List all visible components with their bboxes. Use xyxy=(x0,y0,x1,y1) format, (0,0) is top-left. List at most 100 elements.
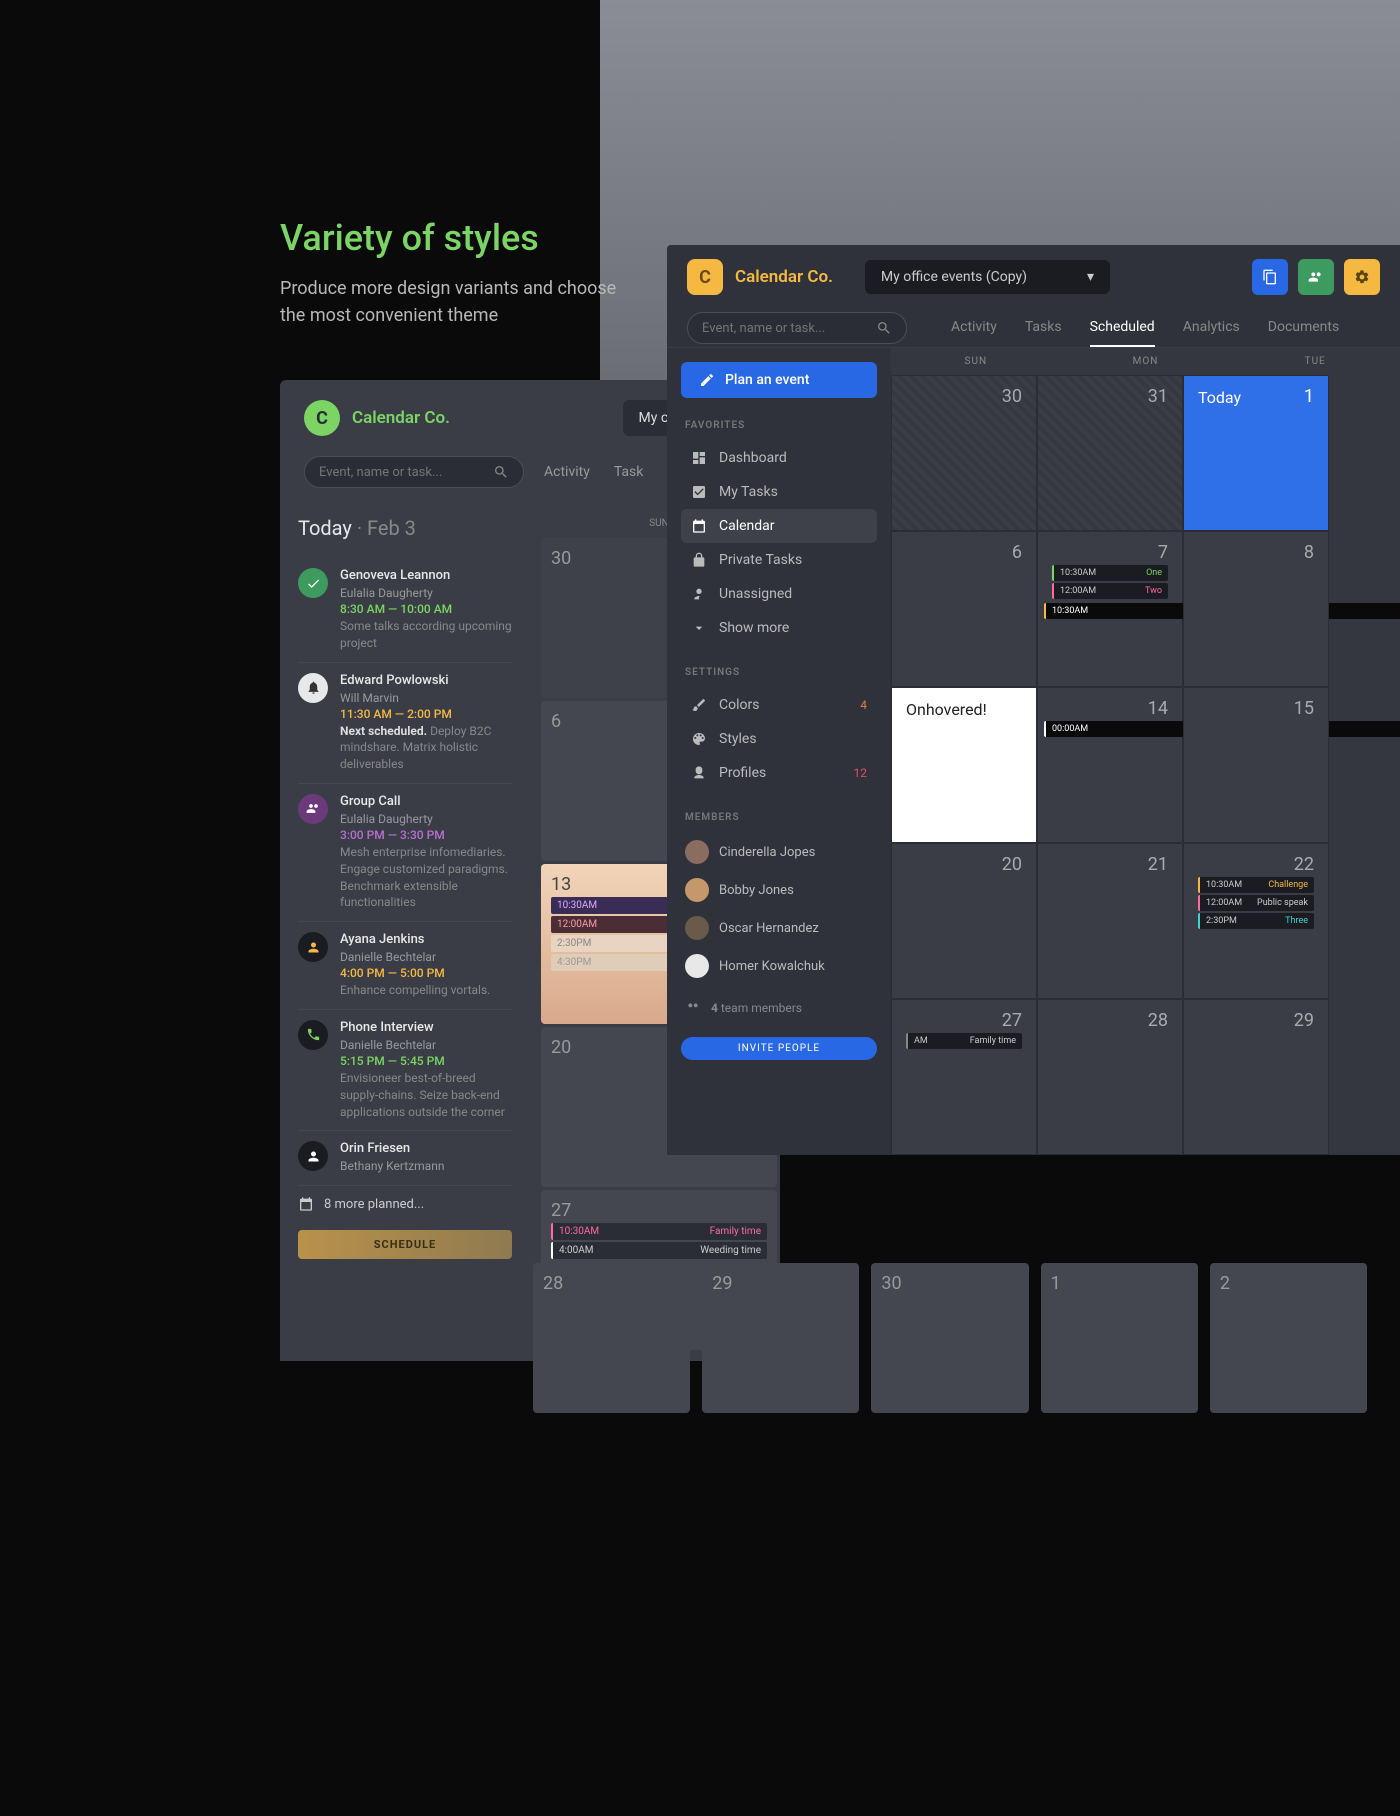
agenda-time: 4:00 PM — 5:00 PM xyxy=(340,966,490,980)
people-icon xyxy=(685,1000,701,1016)
tab[interactable]: Documents xyxy=(1268,309,1339,347)
tab[interactable]: Tasks xyxy=(1025,309,1062,347)
event-bar[interactable]: 12:00AMTwo xyxy=(1052,583,1168,599)
dashboard-icon xyxy=(691,450,707,466)
member-row[interactable]: Bobby Jones xyxy=(681,871,877,909)
people-button[interactable] xyxy=(1298,259,1334,295)
agenda-item[interactable]: Genoveva Leannon Eulalia Daugherty 8:30 … xyxy=(298,558,512,663)
tab[interactable]: Activity xyxy=(951,309,997,347)
calendar-cell[interactable]: 27AMFamily time xyxy=(891,999,1037,1155)
calendar-cell[interactable]: 31 xyxy=(1037,375,1183,531)
nav-item-colors[interactable]: Colors4 xyxy=(681,688,877,722)
calendar-dropdown[interactable]: My office events (Copy) ▾ xyxy=(865,260,1110,294)
person-icon xyxy=(298,932,328,962)
calendar-icon xyxy=(691,518,707,534)
agenda-time: 11:30 AM — 2:00 PM xyxy=(340,707,512,721)
calendar-cell[interactable]: 1400:00AM xyxy=(1037,687,1183,843)
copy-button[interactable] xyxy=(1252,259,1288,295)
event-bar[interactable]: 10:30AMFamily time xyxy=(551,1223,767,1240)
schedule-button[interactable]: SCHEDULE xyxy=(298,1230,512,1259)
section-favorites: FAVORITES xyxy=(685,420,877,431)
tab[interactable]: Activity xyxy=(544,464,590,480)
agenda-item[interactable]: Edward Powlowski Will Marvin 11:30 AM — … xyxy=(298,663,512,784)
person-icon xyxy=(298,1141,328,1171)
avatar xyxy=(685,878,709,902)
calendar-cell[interactable]: 20 xyxy=(891,843,1037,999)
today-label: Today xyxy=(298,516,352,540)
search-box[interactable] xyxy=(687,312,907,344)
nav-item-private-tasks[interactable]: Private Tasks xyxy=(681,543,877,577)
avatar xyxy=(685,954,709,978)
agenda-title: Genoveva Leannon xyxy=(340,568,512,583)
nav-item-profiles[interactable]: Profiles12 xyxy=(681,756,877,790)
calendar-cell[interactable]: 15 xyxy=(1183,687,1329,843)
bell-icon xyxy=(298,673,328,703)
agenda-item[interactable]: Ayana Jenkins Danielle Bechtelar 4:00 PM… xyxy=(298,922,512,1010)
plan-event-button[interactable]: Plan an event xyxy=(681,362,877,398)
calendar-cell[interactable]: 30 xyxy=(891,375,1037,531)
member-row[interactable]: Homer Kowalchuk xyxy=(681,947,877,985)
nav-item-calendar[interactable]: Calendar xyxy=(681,509,877,543)
logo-badge: C xyxy=(304,400,340,436)
header-actions xyxy=(1252,259,1380,295)
check-icon xyxy=(298,568,328,598)
calendar-cell[interactable]: 2210:30AMChallenge12:00AMPublic speak2:3… xyxy=(1183,843,1329,999)
calendar-cell[interactable]: Onhovered! xyxy=(891,687,1037,843)
calendar-cell[interactable]: 2 xyxy=(1210,1263,1367,1413)
event-bar[interactable]: 10:30AMChallenge xyxy=(1198,877,1314,893)
event-bar[interactable]: AMFamily time xyxy=(906,1033,1022,1049)
agenda-item[interactable]: Group Call Eulalia Daugherty 3:00 PM — 3… xyxy=(298,784,512,922)
agenda-sub: Danielle Bechtelar xyxy=(340,950,490,964)
calendar-bottom-row: 28293012 xyxy=(530,1260,1370,1416)
agenda-sub: Eulalia Daugherty xyxy=(340,586,512,600)
nav-item-unassigned[interactable]: Unassigned xyxy=(681,577,877,611)
agenda-item[interactable]: Phone Interview Danielle Bechtelar 5:15 … xyxy=(298,1010,512,1131)
calendar-cell[interactable]: 29 xyxy=(1183,999,1329,1155)
calendar-cell[interactable]: 710:30AMOne12:00AMTwo10:30AMDubai Busine… xyxy=(1037,531,1183,687)
calendar-cell[interactable]: 6 xyxy=(891,531,1037,687)
tab[interactable]: Scheduled xyxy=(1090,309,1155,347)
palette-icon xyxy=(691,731,707,747)
member-row[interactable]: Cinderella Jopes xyxy=(681,833,877,871)
nav-item-show-more[interactable]: Show more xyxy=(681,611,877,645)
brand-name: Calendar Co. xyxy=(735,267,833,287)
agenda-sub: Danielle Bechtelar xyxy=(340,1038,512,1052)
calendar-cell[interactable]: 21 xyxy=(1037,843,1183,999)
more-planned[interactable]: 8 more planned... xyxy=(298,1186,512,1222)
calendar-cell[interactable]: 28 xyxy=(1037,999,1183,1155)
member-row[interactable]: Oscar Hernandez xyxy=(681,909,877,947)
nav-item-styles[interactable]: Styles xyxy=(681,722,877,756)
settings-button[interactable] xyxy=(1344,259,1380,295)
lock-icon xyxy=(691,552,707,568)
nav-item-my-tasks[interactable]: My Tasks xyxy=(681,475,877,509)
event-bar[interactable]: 2:30PMThree xyxy=(1198,913,1314,929)
calendar-cell[interactable]: 28 xyxy=(533,1263,690,1413)
tab[interactable]: Task xyxy=(614,464,644,480)
invite-people-button[interactable]: INVITE PEOPLE xyxy=(681,1037,877,1060)
calendar-cell[interactable]: Today1 xyxy=(1183,375,1329,531)
event-bar[interactable]: 4:00AMWeeding time xyxy=(551,1242,767,1259)
agenda-time: 8:30 AM — 10:00 AM xyxy=(340,602,512,616)
event-bar[interactable]: 10:30AMOne xyxy=(1052,565,1168,581)
search-tabs-row: Activity Tasks Scheduled Analytics Documents xyxy=(667,309,1400,348)
agenda-item[interactable]: Orin Friesen Bethany Kertzmann xyxy=(298,1131,512,1186)
section-members: MEMBERS xyxy=(685,812,877,823)
pencil-icon xyxy=(699,372,715,388)
nav-item-dashboard[interactable]: Dashboard xyxy=(681,441,877,475)
search-box[interactable] xyxy=(304,456,524,488)
agenda-desc: Mesh enterprise infomediaries. Engage cu… xyxy=(340,844,512,911)
search-input[interactable] xyxy=(702,321,868,336)
chevron-down-icon: ▾ xyxy=(1087,269,1094,285)
tabs: Activity Tasks Scheduled Analytics Documents xyxy=(951,309,1339,347)
calendar-cell[interactable]: 30 xyxy=(871,1263,1028,1413)
event-bar[interactable]: 12:00AMPublic speak xyxy=(1198,895,1314,911)
search-input[interactable] xyxy=(319,465,485,480)
today-date: Feb 3 xyxy=(367,516,416,540)
tab[interactable]: Analytics xyxy=(1183,309,1240,347)
calendar-cell[interactable]: 8 xyxy=(1183,531,1329,687)
agenda-title: Edward Powlowski xyxy=(340,673,512,688)
agenda-sidebar: Today · Feb 3 Genoveva Leannon Eulalia D… xyxy=(280,504,530,1361)
tabs: Activity Task xyxy=(544,464,643,480)
calendar-cell[interactable]: 1 xyxy=(1041,1263,1198,1413)
calendar-cell[interactable]: 29 xyxy=(702,1263,859,1413)
